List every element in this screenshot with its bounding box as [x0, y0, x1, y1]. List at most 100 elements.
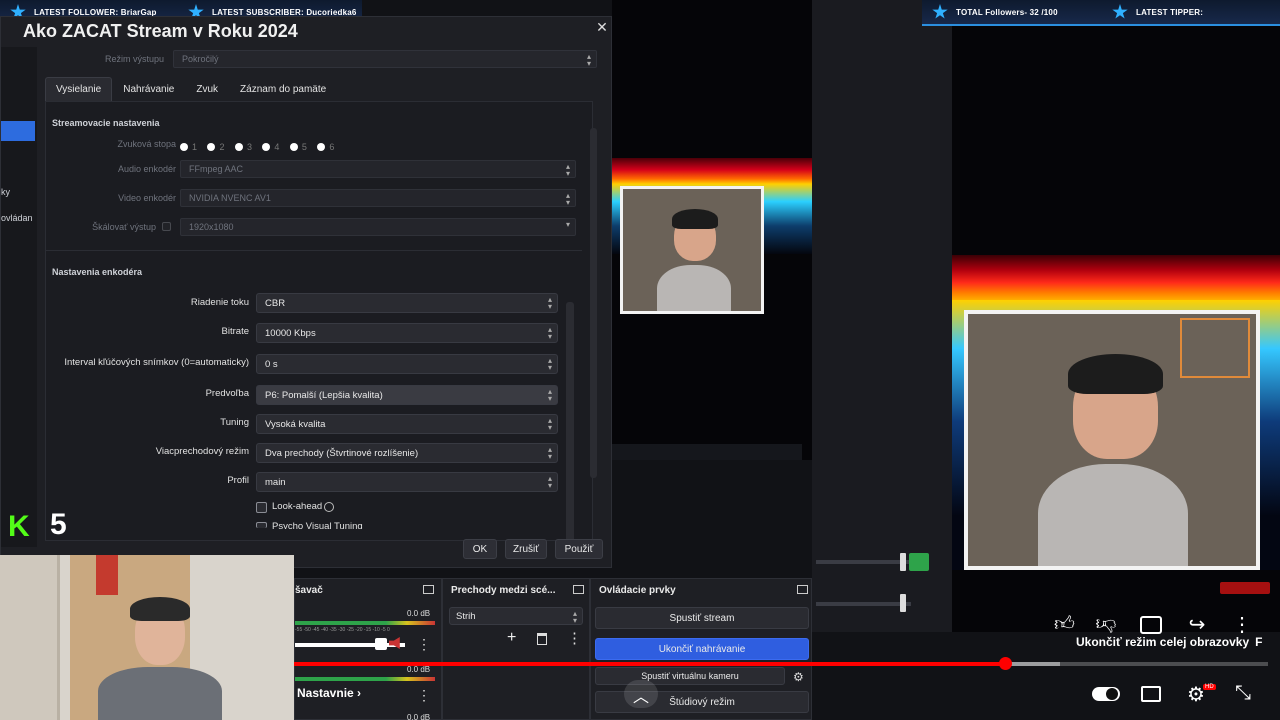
- bitrate-spinbox[interactable]: 10000 Kbps ▴ ▾: [256, 323, 558, 343]
- stream-preview-small: [612, 0, 812, 460]
- ok-button[interactable]: OK: [463, 539, 497, 559]
- volume-icon-active[interactable]: [909, 553, 929, 571]
- audio-track-radio[interactable]: 5: [289, 142, 307, 152]
- dock-float-icon[interactable]: [573, 585, 584, 594]
- psycho-visual-label: Psycho Visual Tuning: [272, 521, 363, 529]
- tab-recording[interactable]: Nahrávanie: [112, 77, 185, 101]
- audio-track-radio[interactable]: 6: [317, 142, 334, 152]
- chevron-updown-icon: ▴ ▾: [547, 295, 552, 311]
- encoder-section-heading: Nastavenia enkodéra: [52, 267, 143, 277]
- scroll-up-chevron-icon[interactable]: ︿: [624, 680, 658, 708]
- close-icon[interactable]: ✕: [595, 19, 609, 36]
- preset-label: Predvoľba: [205, 388, 249, 399]
- profile-value: main: [265, 477, 286, 488]
- scale-output-checkbox[interactable]: [162, 222, 171, 231]
- comment-icon[interactable]: [1140, 616, 1162, 634]
- autoplay-toggle[interactable]: [1092, 687, 1120, 701]
- audio-track-label: Zvuková stopa: [117, 139, 176, 149]
- exit-fullscreen-icon[interactable]: ⤡: [1229, 682, 1257, 705]
- obs-dock-background: [812, 0, 952, 632]
- tuning-select[interactable]: Vysoká kvalita ▴ ▾: [256, 414, 558, 434]
- transition-select[interactable]: Strih ▴ ▾: [449, 607, 583, 625]
- streamer-figure: [1038, 354, 1188, 566]
- chevron-updown-icon: ▴ ▾: [572, 609, 577, 625]
- stop-recording-button[interactable]: Ukončiť nahrávanie: [595, 638, 809, 660]
- video-encoder-value: NVIDIA NVENC AV1: [189, 193, 271, 203]
- gear-icon[interactable]: ⚙: [793, 670, 804, 684]
- chevron-updown-icon: ▴ ▾: [547, 387, 552, 403]
- tab-audio[interactable]: Zvuk: [185, 77, 229, 101]
- dock-float-icon[interactable]: [423, 585, 434, 594]
- chevron-updown-icon: ▴ ▾: [565, 191, 570, 207]
- video-encoder-select[interactable]: NVIDIA NVENC AV1 ▴ ▾: [180, 189, 576, 207]
- tuning-label: Tuning: [220, 417, 249, 428]
- streamer-cam-large: [964, 310, 1260, 570]
- chevron-updown-icon: ▴ ▾: [547, 474, 552, 490]
- subtitles-icon[interactable]: [1141, 686, 1161, 702]
- multipass-select[interactable]: Dva prechody (Štvrtinové rozlíšenie) ▴ ▾: [256, 443, 558, 463]
- mute-icon[interactable]: [389, 637, 400, 649]
- keyframe-interval-spinbox[interactable]: 0 s ▴ ▾: [256, 354, 558, 374]
- cancel-button[interactable]: Zrušiť: [505, 539, 547, 559]
- apply-button[interactable]: Použiť: [555, 539, 603, 559]
- output-mode-select[interactable]: Pokročilý ▴ ▾: [173, 50, 597, 68]
- inner-scrollbar[interactable]: [566, 302, 574, 546]
- spin-arrows-icon[interactable]: ▴ ▾: [548, 326, 552, 341]
- chevron-down-icon: ▾: [565, 220, 570, 229]
- more-icon[interactable]: ⋮: [417, 636, 431, 653]
- audio-encoder-select[interactable]: FFmpeg AAC ▴ ▾: [180, 160, 576, 178]
- lookahead-label: Look-ahead: [272, 501, 323, 512]
- subscribe-badge[interactable]: [1220, 582, 1270, 594]
- controls-title: Ovládacie prvky: [599, 585, 676, 596]
- spin-arrows-icon[interactable]: ▴ ▾: [548, 357, 552, 372]
- dislike-icon[interactable]: 👍︎: [1092, 612, 1120, 636]
- dock-float-icon[interactable]: [797, 585, 808, 594]
- profile-select[interactable]: main ▴ ▾: [256, 472, 558, 492]
- multipass-value: Dva prechody (Štvrtinové rozlíšenie): [265, 448, 419, 459]
- psycho-visual-checkbox[interactable]: [256, 522, 267, 528]
- start-virtual-camera-button[interactable]: Spustiť virtuálnu kameru: [595, 667, 785, 685]
- add-icon[interactable]: +: [507, 629, 516, 647]
- audio-track-radio[interactable]: 3: [234, 142, 252, 152]
- banner-latest-tipper: LATEST TIPPER:: [1102, 0, 1280, 26]
- chapter-label[interactable]: Nastavnie ›: [297, 686, 361, 700]
- share-icon[interactable]: ↪: [1183, 612, 1211, 637]
- tab-replay-buffer[interactable]: Záznam do pamäte: [229, 77, 337, 101]
- preset-select[interactable]: P6: Pomalší (Lepšia kvalita) ▴ ▾: [256, 385, 558, 405]
- audio-encoder-label: Audio enkodér: [117, 164, 176, 174]
- volume-slider-handle-2[interactable]: [900, 594, 906, 612]
- chevron-updown-icon: ▴ ▾: [565, 162, 570, 178]
- volume-slider-track[interactable]: [295, 643, 405, 647]
- more-icon[interactable]: ⋮: [567, 629, 582, 647]
- volume-slider-thumb[interactable]: [375, 638, 387, 650]
- lookahead-checkbox[interactable]: [256, 502, 267, 513]
- help-icon[interactable]: [324, 502, 334, 512]
- audio-encoder-value: FFmpeg AAC: [189, 164, 244, 174]
- tab-streaming[interactable]: Vysielanie: [45, 77, 113, 101]
- more-options-icon[interactable]: ⋮: [1228, 612, 1256, 637]
- video-scrubber[interactable]: [999, 657, 1012, 670]
- volume-slider-handle[interactable]: [900, 553, 906, 571]
- rate-control-value: CBR: [265, 298, 286, 309]
- banner-total-followers: TOTAL Followers- 32 /100: [922, 0, 1102, 26]
- more-icon[interactable]: ⋮: [417, 687, 431, 704]
- transitions-dock: Prechody medzi scé... Strih ▴ ▾ + ⋮: [442, 578, 590, 720]
- sidebar-item-selected[interactable]: [1, 121, 35, 141]
- audio-track-radios: 1 2 3 4 5 6: [180, 138, 340, 156]
- scale-output-select[interactable]: 1920x1080 ▾: [180, 218, 576, 236]
- trash-icon[interactable]: [537, 633, 547, 645]
- streamer-cam-small: [620, 186, 764, 314]
- audio-track-radio[interactable]: 4: [262, 142, 279, 152]
- preset-value: P6: Pomalší (Lepšia kvalita): [265, 390, 383, 401]
- audio-track-radio[interactable]: 1: [180, 142, 197, 152]
- video-progress-buffered: [1005, 662, 1060, 666]
- rate-control-select[interactable]: CBR ▴ ▾: [256, 293, 558, 313]
- keyframe-interval-value: 0 s: [265, 359, 278, 370]
- streamer-figure-small: [657, 209, 731, 311]
- content-scrollbar[interactable]: [590, 128, 597, 478]
- sidebar-item-fragment[interactable]: ky: [1, 187, 10, 197]
- video-encoder-label: Video enkodér: [118, 193, 176, 203]
- start-stream-button[interactable]: Spustiť stream: [595, 607, 809, 629]
- audio-track-radio[interactable]: 2: [207, 142, 224, 152]
- neon-stripe: [952, 255, 1280, 305]
